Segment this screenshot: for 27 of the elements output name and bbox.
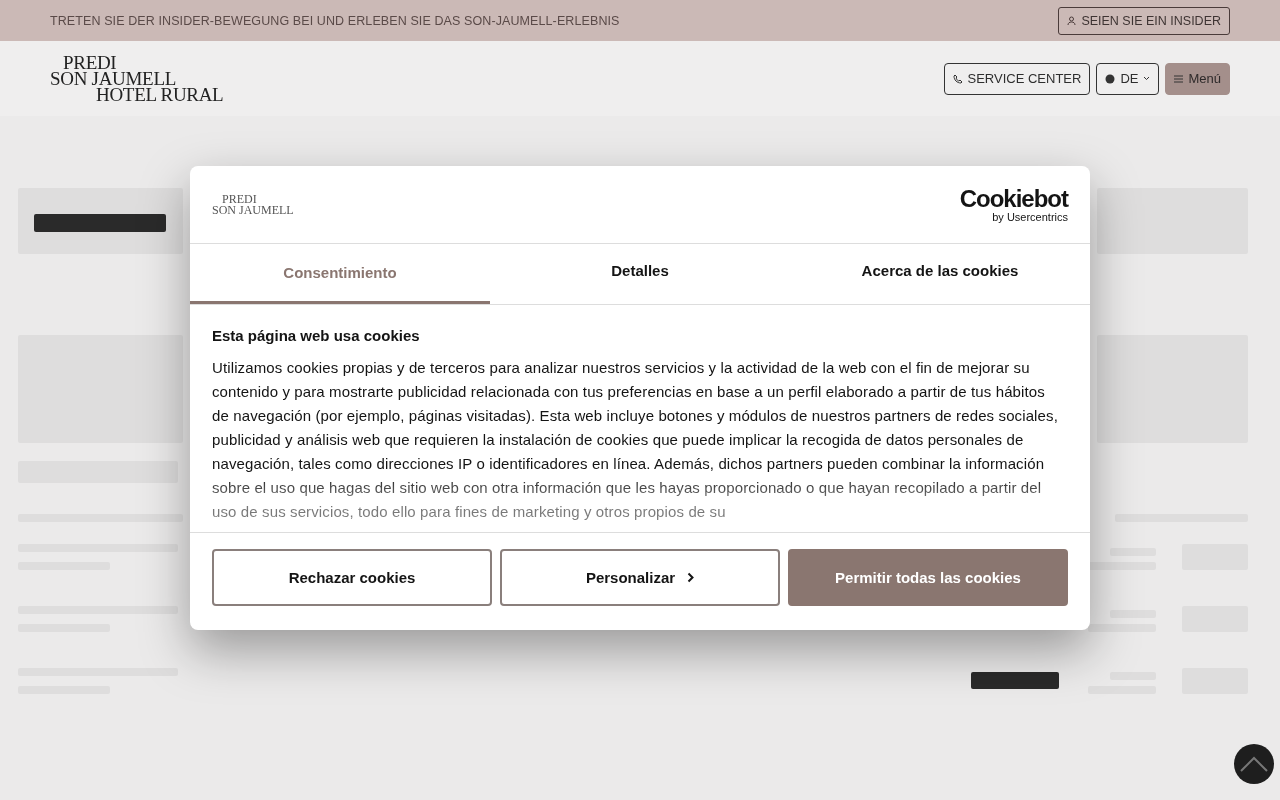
language-button[interactable]: DE <box>1096 62 1160 95</box>
dialog-tab[interactable]: Consentimiento <box>190 244 490 304</box>
user-icon <box>1067 16 1077 25</box>
menu-button[interactable]: Menú <box>1165 62 1230 95</box>
consent-button[interactable]: Permitir todas las cookies <box>788 549 1068 606</box>
skeleton-block <box>1088 562 1156 570</box>
caret-icon <box>1143 76 1151 81</box>
consent-button[interactable]: Personalizar <box>500 549 780 606</box>
hotel-logo[interactable]: PREDI SON JAUMELL HOTEL RURAL <box>50 54 224 103</box>
scroll-top-button[interactable] <box>1234 744 1274 784</box>
dialog-heading: Esta página web usa cookies <box>212 327 421 344</box>
dialog-tab[interactable]: Detalles <box>490 244 790 304</box>
menu-icon <box>1174 74 1184 83</box>
dialog-tab[interactable]: Acerca de las cookies <box>790 244 1090 304</box>
hotel-logo: PREDI SON JAUMELL <box>212 193 294 216</box>
consent-button[interactable]: Rechazar cookies <box>212 549 492 606</box>
service-button[interactable]: SERVICE CENTER <box>943 62 1091 95</box>
chevron-up-icon <box>1239 755 1269 773</box>
chevron-icon <box>687 572 695 583</box>
skeleton-block <box>1110 610 1156 618</box>
insider-button[interactable]: SEIEN SIE EIN INSIDER <box>1058 6 1230 35</box>
dialog-text: Utilizamos cookies propias y de terceros para analizar nuestros servicios y la actividad de la web con el fin de mejorar su contenido y para mostrarte publicidad relacionada con tus preferencias en base a un perfil elaborado a partir de tus hábitos de navegación (por ejemplo, páginas visitadas). Esta web incluye botones y módulos de nuestros partners de redes sociales, publicidad y análisis web que requieren la instalación de cookies que puede implicar la recogida de datos personales de navegación, tales como direcciones IP o identificadores en línea. Además, dichos partners pueden combinar la información sobre el uso que hagas del sitio web con otra información que les hayas proporcionado o que hayan recopilado a partir del uso de sus servicios, todo ello para fines de marketing y otros propios de su <box>212 358 1059 522</box>
skeleton-block <box>1110 548 1156 556</box>
promo-text: TRETEN SIE DER INSIDER-BEWEGUNG BEI UND ERLEBEN SIE DAS SON-JAUMELL-ERLEBNIS <box>50 13 620 28</box>
phone-icon <box>952 73 963 84</box>
skeleton-block <box>1088 624 1156 632</box>
cookiebot-logo: Cookiebot by Usercentrics <box>959 186 1068 223</box>
